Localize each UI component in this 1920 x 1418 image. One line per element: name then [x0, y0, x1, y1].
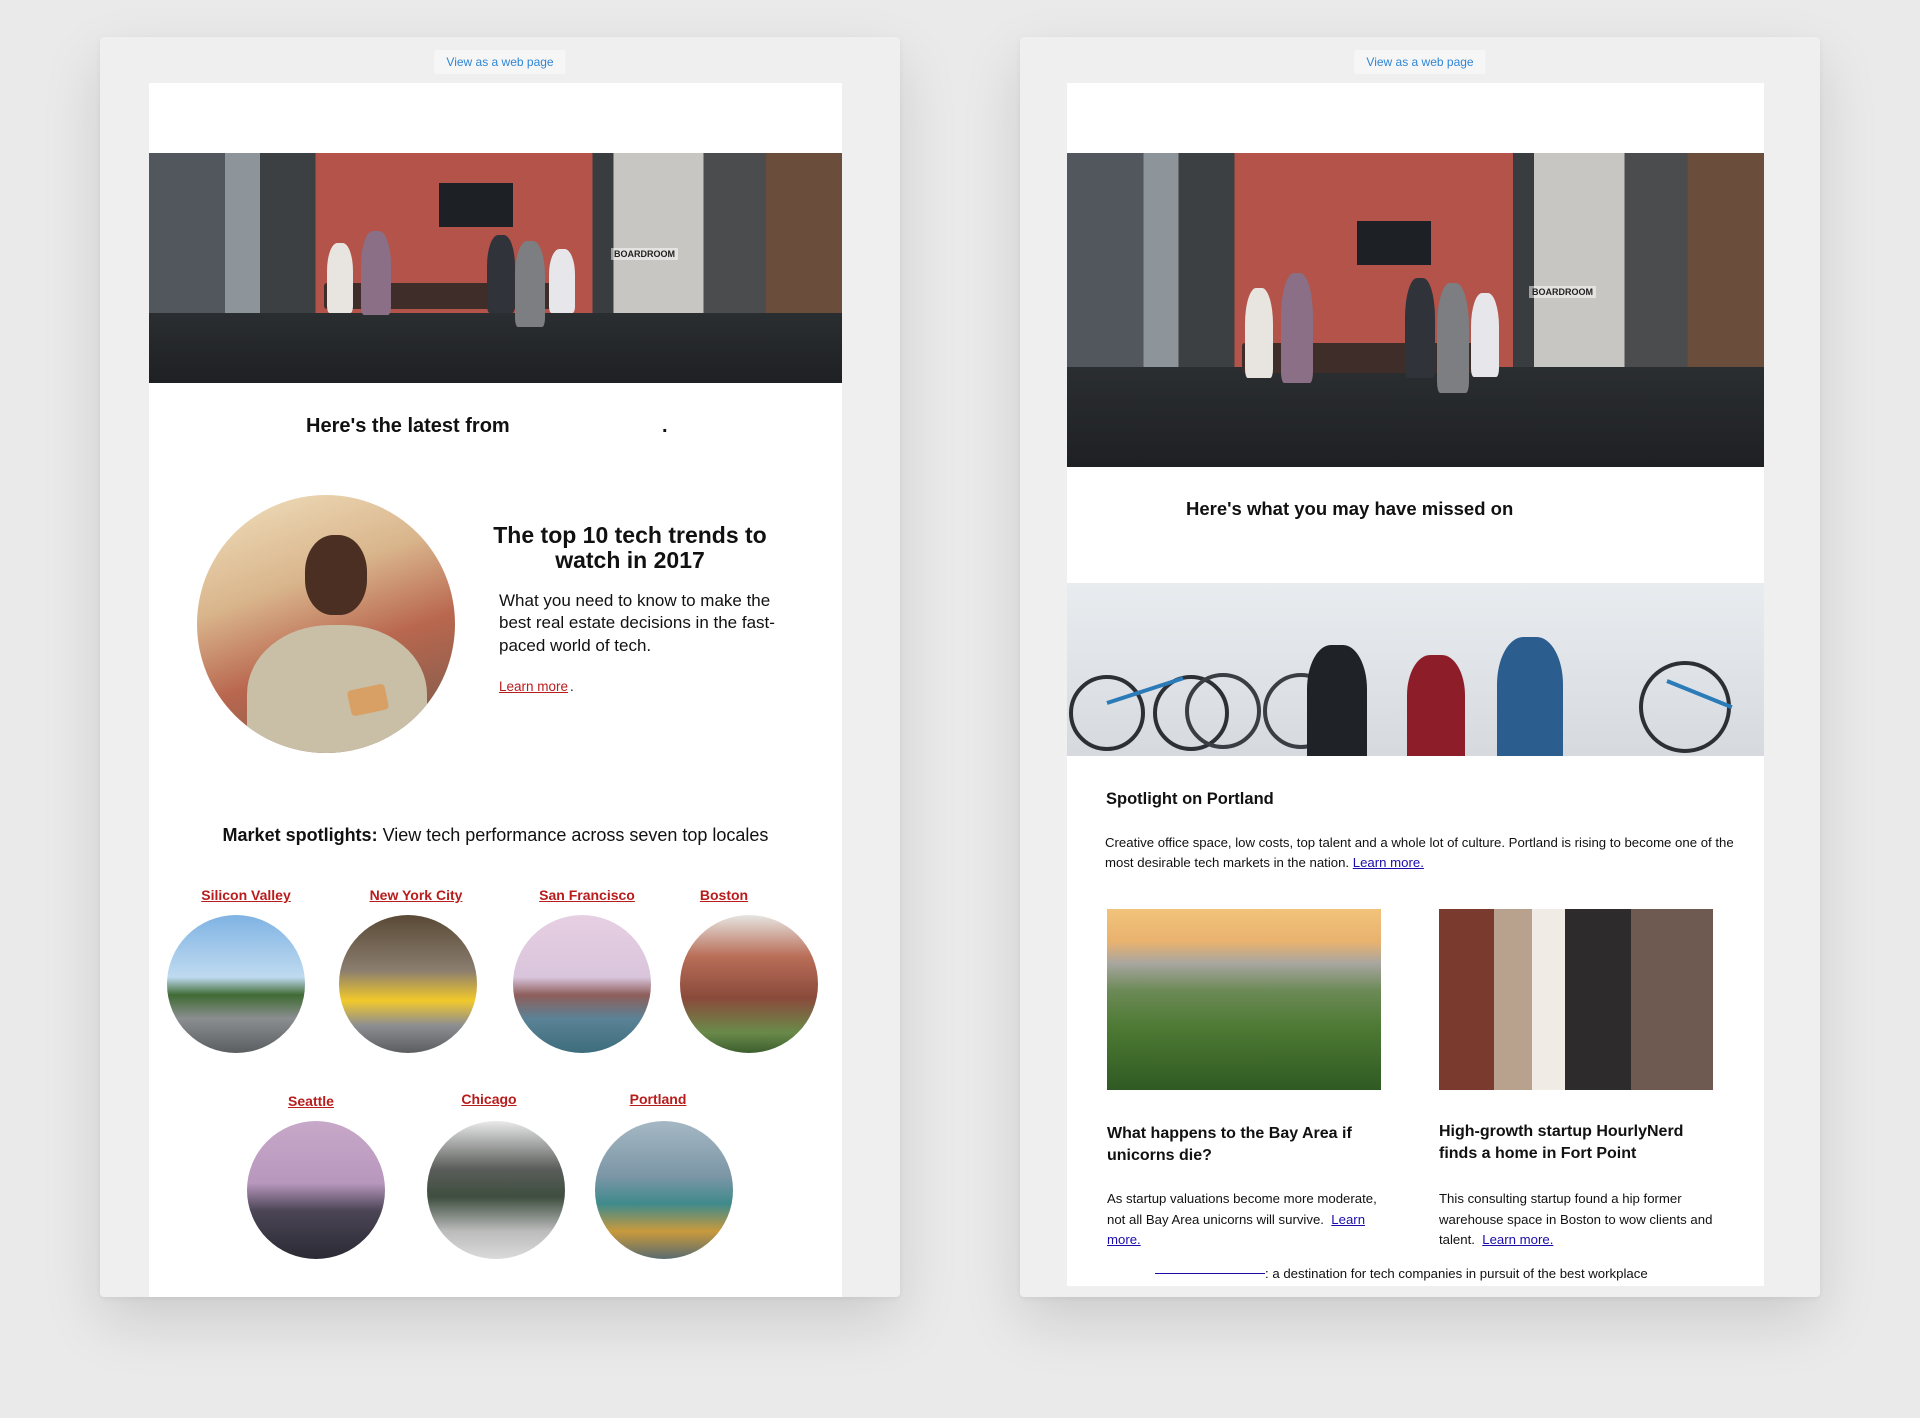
feature-body: What you need to know to make the best r… — [499, 591, 775, 655]
people-with-bikes-image — [1067, 583, 1764, 756]
view-as-web-page-link[interactable]: View as a web page — [434, 50, 566, 74]
city-link-portland[interactable]: Portland — [621, 1091, 695, 1107]
city-link-chicago[interactable]: Chicago — [454, 1091, 524, 1107]
footer-tagline: : a destination for tech companies in pu… — [1155, 1266, 1735, 1281]
market-spotlights-text: View tech performance across seven top l… — [377, 825, 769, 845]
article-body-hourlynerd: This consulting startup found a hip form… — [1439, 1189, 1719, 1251]
city-link-new-york-city[interactable]: New York City — [357, 887, 475, 903]
market-spotlights-label: Market spotlights: — [222, 825, 378, 845]
feature-portrait-image — [197, 495, 455, 753]
email-preview-right: View as a web page BOARDROOM Here's what… — [1020, 37, 1820, 1297]
city-image-chicago[interactable] — [427, 1121, 565, 1259]
boardroom-sign: BOARDROOM — [1529, 286, 1596, 298]
boardroom-hero-image: BOARDROOM — [149, 153, 842, 383]
feature-title: The top 10 tech trends to watch in 2017 — [493, 522, 767, 573]
email-preview-left: View as a web page BOARDROOM Here's the … — [100, 37, 900, 1297]
email-body-left: BOARDROOM Here's the latest from . The t… — [149, 83, 842, 1297]
footer-tagline-text: : a destination for tech companies in pu… — [1265, 1266, 1648, 1281]
city-image-seattle[interactable] — [247, 1121, 385, 1259]
email-body-right: BOARDROOM Here's what you may have misse… — [1067, 83, 1764, 1286]
article-title-bay-area: What happens to the Bay Area if unicorns… — [1107, 1125, 1352, 1164]
footer-brand-link[interactable] — [1155, 1272, 1265, 1274]
city-link-silicon-valley[interactable]: Silicon Valley — [191, 887, 301, 903]
market-spotlights-line: Market spotlights: View tech performance… — [149, 825, 842, 846]
city-image-san-francisco[interactable] — [513, 915, 651, 1053]
boardroom-sign: BOARDROOM — [611, 248, 678, 260]
article-body-text-hourlynerd: This consulting startup found a hip form… — [1439, 1191, 1713, 1248]
latest-heading-period: . — [662, 415, 668, 437]
spotlight-learn-more-link[interactable]: Learn more. — [1353, 855, 1424, 870]
startup-office-image — [1439, 909, 1713, 1090]
city-image-boston[interactable] — [680, 915, 818, 1053]
bay-area-hills-image — [1107, 909, 1381, 1090]
article-body-bay-area: As startup valuations become more modera… — [1107, 1189, 1377, 1251]
city-link-seattle[interactable]: Seattle — [281, 1093, 341, 1109]
city-image-silicon-valley[interactable] — [167, 915, 305, 1053]
feature-learn-more-link[interactable]: Learn more — [499, 679, 568, 694]
city-image-new-york-city[interactable] — [339, 915, 477, 1053]
boardroom-hero-image: BOARDROOM — [1067, 153, 1764, 467]
article-learn-more-link-hourlynerd[interactable]: Learn more. — [1482, 1232, 1553, 1247]
city-link-san-francisco[interactable]: San Francisco — [527, 887, 647, 903]
feature-learn-more-period: . — [570, 679, 574, 694]
article-title-hourlynerd: High-growth startup HourlyNerd finds a h… — [1439, 1123, 1684, 1162]
city-image-portland[interactable] — [595, 1121, 733, 1259]
missed-heading: Here's what you may have missed on — [1186, 498, 1514, 519]
view-as-web-page-link[interactable]: View as a web page — [1354, 50, 1486, 74]
spotlight-title: Spotlight on Portland — [1106, 790, 1274, 808]
spotlight-body: Creative office space, low costs, top ta… — [1105, 833, 1735, 874]
latest-heading: Here's the latest from — [306, 415, 510, 437]
city-link-boston[interactable]: Boston — [689, 887, 759, 903]
